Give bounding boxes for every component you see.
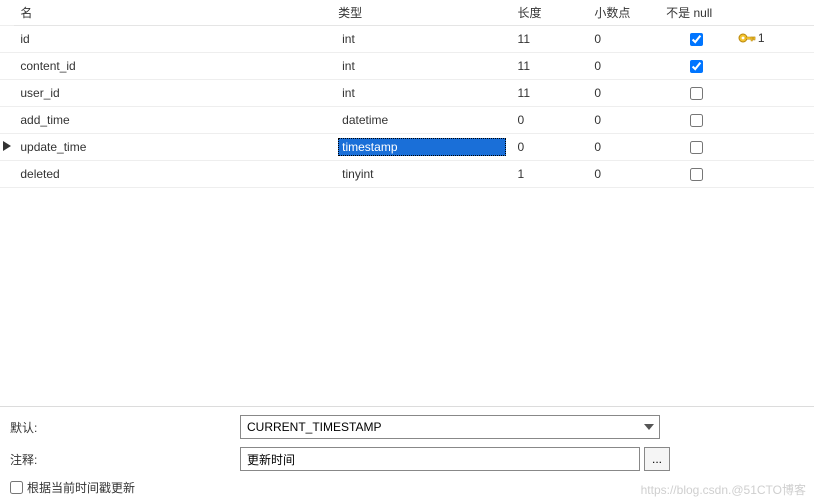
on-update-label: 根据当前时间戳更新 xyxy=(27,479,135,496)
cell-type[interactable]: datetime xyxy=(338,111,505,129)
cell-decimals[interactable]: 0 xyxy=(588,107,660,134)
cell-decimals[interactable]: 0 xyxy=(588,26,660,53)
primary-key-number: 1 xyxy=(758,31,765,45)
table-row[interactable]: add_time datetime 00 xyxy=(0,107,814,134)
columns-table: 名 类型 长度 小数点 不是 null idint1101content_idi… xyxy=(0,0,814,188)
default-value-select[interactable] xyxy=(240,415,660,439)
comment-label: 注释: xyxy=(10,451,240,468)
notnull-checkbox[interactable] xyxy=(690,87,703,100)
default-label: 默认: xyxy=(10,419,240,436)
header-type[interactable]: 类型 xyxy=(332,0,511,26)
cell-name[interactable]: content_id xyxy=(14,53,332,80)
row-active-icon xyxy=(3,141,11,151)
header-notnull[interactable]: 不是 null xyxy=(660,0,732,26)
cell-name[interactable]: deleted xyxy=(14,161,332,188)
cell-type[interactable]: tinyint xyxy=(338,165,505,183)
comment-more-button[interactable]: ... xyxy=(644,447,670,471)
table-row[interactable]: update_time timestamp 00 xyxy=(0,134,814,161)
table-header-row: 名 类型 长度 小数点 不是 null xyxy=(0,0,814,26)
notnull-checkbox[interactable] xyxy=(690,168,703,181)
cell-length[interactable]: 0 xyxy=(512,107,589,134)
cell-length[interactable]: 1 xyxy=(512,161,589,188)
notnull-checkbox[interactable] xyxy=(690,114,703,127)
table-row[interactable]: idint 110 1 xyxy=(0,26,814,53)
cell-decimals[interactable]: 0 xyxy=(588,134,660,161)
header-decimals[interactable]: 小数点 xyxy=(588,0,660,26)
cell-length[interactable]: 11 xyxy=(512,80,589,107)
cell-type[interactable]: timestamp xyxy=(338,138,505,156)
notnull-checkbox[interactable] xyxy=(690,33,703,46)
field-properties-panel: 默认: 注释: ... 根据当前时间戳更新 xyxy=(0,406,814,496)
on-update-checkbox[interactable] xyxy=(10,481,23,494)
cell-decimals[interactable]: 0 xyxy=(588,53,660,80)
cell-name[interactable]: id xyxy=(14,26,332,53)
cell-name[interactable]: update_time xyxy=(14,134,332,161)
key-icon xyxy=(738,32,756,44)
notnull-checkbox[interactable] xyxy=(690,60,703,73)
cell-decimals[interactable]: 0 xyxy=(588,161,660,188)
table-row[interactable]: deleted tinyint 10 xyxy=(0,161,814,188)
cell-length[interactable]: 11 xyxy=(512,26,589,53)
cell-type[interactable]: int xyxy=(338,30,505,48)
header-length[interactable]: 长度 xyxy=(512,0,589,26)
table-row[interactable]: content_id int 110 xyxy=(0,53,814,80)
cell-name[interactable]: add_time xyxy=(14,107,332,134)
cell-type[interactable]: int xyxy=(338,84,505,102)
primary-key-badge: 1 xyxy=(738,31,765,45)
comment-input[interactable] xyxy=(240,447,640,471)
cell-type[interactable]: int xyxy=(338,57,505,75)
cell-decimals[interactable]: 0 xyxy=(588,80,660,107)
table-row[interactable]: user_id int 110 xyxy=(0,80,814,107)
cell-name[interactable]: user_id xyxy=(14,80,332,107)
cell-length[interactable]: 11 xyxy=(512,53,589,80)
header-name[interactable]: 名 xyxy=(14,0,332,26)
cell-length[interactable]: 0 xyxy=(512,134,589,161)
notnull-checkbox[interactable] xyxy=(690,141,703,154)
